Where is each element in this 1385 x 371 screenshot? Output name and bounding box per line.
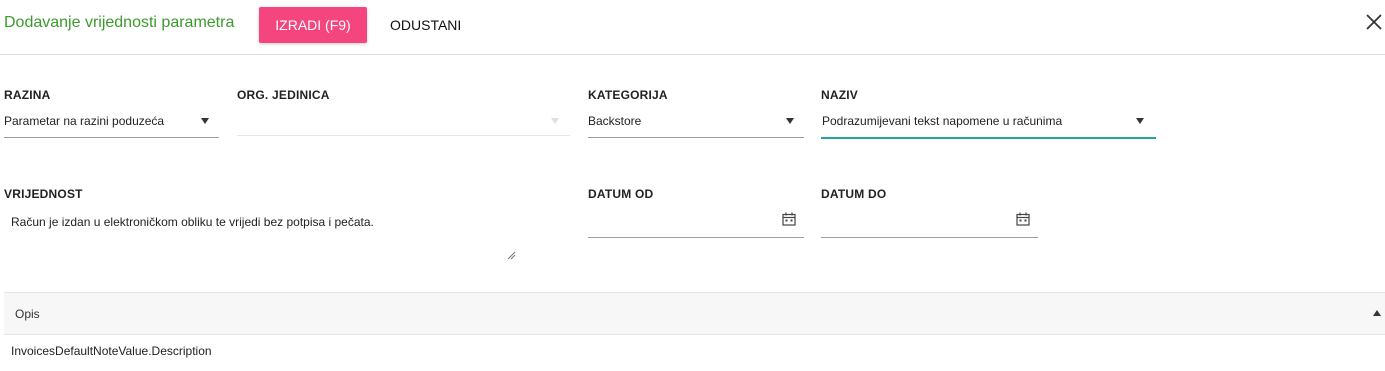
create-button[interactable]: IZRADI (F9) [259,7,367,43]
kategorija-value: Backstore [588,114,642,128]
calendar-icon[interactable] [782,212,796,226]
datum-od-underline [588,237,804,238]
vrijednost-label: VRIJEDNOST [4,187,83,201]
datum-do-underline [821,237,1038,238]
collapse-caret-icon[interactable] [1373,310,1381,316]
resize-handle-icon[interactable] [506,250,516,260]
naziv-label: NAZIV [821,88,858,102]
opis-text: InvoicesDefaultNoteValue.Description [11,344,212,358]
org-jedinica-label: ORG. JEDINICA [237,88,330,102]
datum-do-label: DATUM DO [821,187,887,201]
razina-select[interactable]: Parametar na razini poduzeća [4,108,219,138]
datum-od-label: DATUM OD [588,187,654,201]
opis-section-header[interactable] [4,292,1385,335]
dialog-title: Dodavanje vrijednosti parametra [4,14,235,31]
calendar-icon[interactable] [1016,212,1030,226]
vrijednost-textarea[interactable]: Račun je izdan u elektroničkom obliku te… [4,207,516,261]
naziv-value: Podrazumijevani tekst napomene u računim… [822,114,1063,128]
kategorija-underline [588,137,804,138]
dropdown-caret-icon [551,118,559,124]
kategorija-select[interactable]: Backstore [588,108,804,138]
cancel-button[interactable]: ODUSTANI [380,15,471,35]
datum-do-field[interactable] [821,207,1038,238]
dropdown-caret-icon [1136,118,1144,124]
razina-underline [4,137,219,138]
vrijednost-value: Račun je izdan u elektroničkom obliku te… [11,215,374,229]
datum-od-field[interactable] [588,207,804,238]
razina-label: RAZINA [4,88,51,102]
dropdown-caret-icon [201,118,209,124]
org-jedinica-select [237,108,570,138]
dropdown-caret-icon [786,118,794,124]
header-divider [0,54,1385,55]
naziv-select[interactable]: Podrazumijevani tekst napomene u računim… [821,108,1156,139]
org-jedinica-underline [237,135,570,136]
close-icon[interactable] [1364,12,1384,32]
opis-label: Opis [15,307,40,321]
naziv-underline [821,137,1156,139]
kategorija-label: KATEGORIJA [588,88,668,102]
razina-value: Parametar na razini poduzeća [4,114,165,128]
